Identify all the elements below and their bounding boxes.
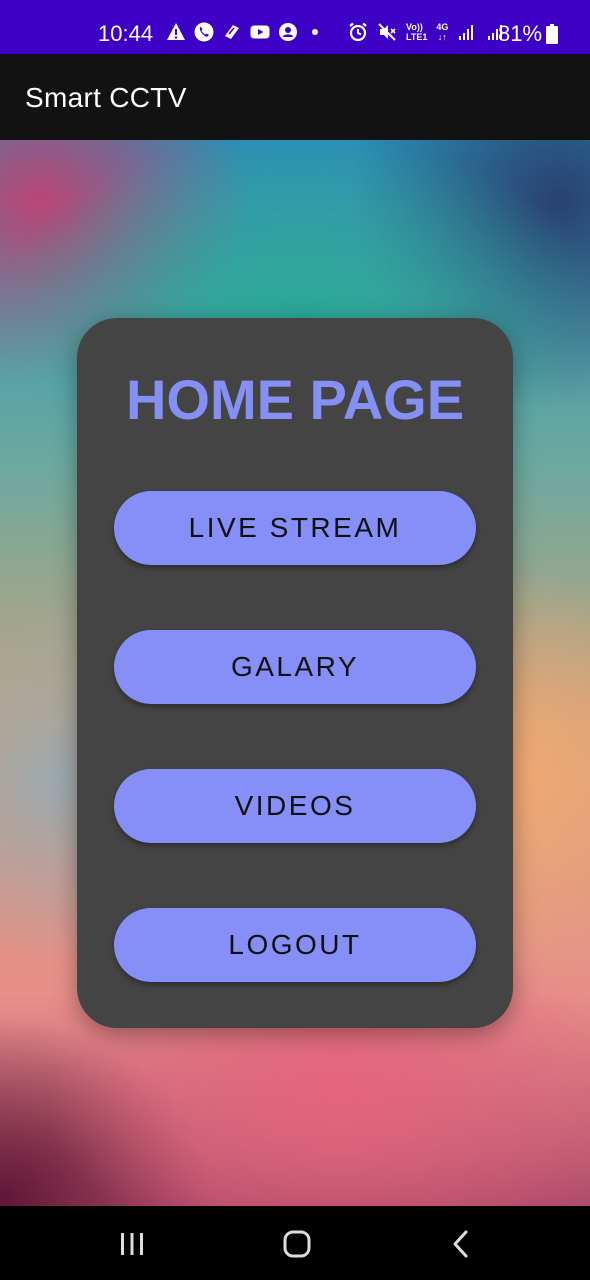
account-icon [279, 23, 297, 41]
signal-icon [459, 25, 474, 40]
more-notifications-dot [312, 29, 318, 35]
data-label: 4G [436, 22, 449, 32]
status-left-icons [166, 22, 318, 42]
background: HOME PAGE LIVE STREAM GALARY VIDEOS LOGO… [0, 140, 590, 1206]
recent-apps-icon[interactable] [116, 1228, 148, 1260]
4g-data-icon: 4G ↓↑ [436, 22, 448, 42]
status-time: 10:44 [98, 21, 154, 46]
app-notification-icon [225, 25, 239, 39]
live-stream-button[interactable]: LIVE STREAM [114, 491, 476, 565]
navigation-bar [0, 1206, 590, 1280]
videos-button[interactable]: VIDEOS [114, 769, 476, 843]
app-bar: Smart CCTV [0, 54, 590, 140]
home-icon[interactable] [281, 1228, 313, 1260]
data-arrows: ↓↑ [437, 32, 447, 42]
status-right-icons: Vo)) LTE1 4G ↓↑ [348, 22, 506, 42]
battery-icon [546, 24, 558, 44]
volte-label-top: Vo)) [406, 22, 423, 32]
battery-percent: 81% [498, 21, 543, 46]
warning-icon [167, 23, 185, 40]
volte-icon: Vo)) LTE1 [406, 22, 427, 42]
volte-label-bottom: LTE1 [406, 32, 428, 42]
logout-button[interactable]: LOGOUT [114, 908, 476, 982]
app-title: Smart CCTV [25, 82, 187, 113]
page-title: HOME PAGE [125, 368, 465, 431]
youtube-icon [250, 25, 270, 39]
mute-icon [378, 23, 396, 41]
home-card: HOME PAGE LIVE STREAM GALARY VIDEOS LOGO… [77, 318, 513, 1028]
back-icon[interactable] [446, 1228, 478, 1260]
gallery-button[interactable]: GALARY [114, 630, 476, 704]
alarm-icon [349, 22, 367, 42]
phone-call-icon [194, 22, 214, 42]
status-bar: 10:44 Vo)) LTE1 4G ↓↑ 81% [0, 0, 590, 54]
